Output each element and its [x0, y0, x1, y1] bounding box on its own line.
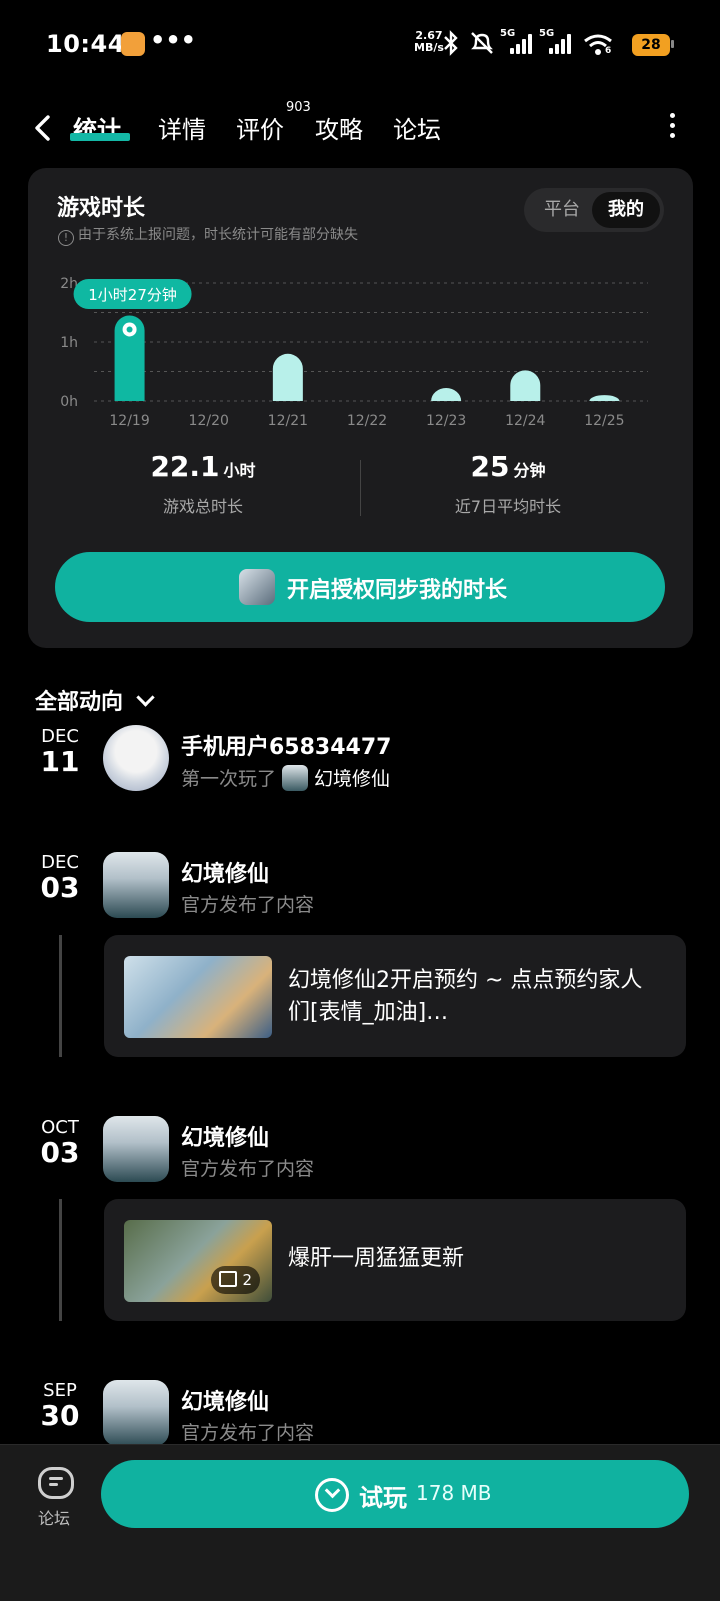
game-avatar[interactable] [103, 1116, 169, 1182]
game-avatar[interactable] [103, 1380, 169, 1446]
notification-app-icon [121, 32, 145, 56]
mute-icon [471, 32, 493, 54]
cellular-signal-2-icon: 5G [539, 28, 571, 54]
x-tick-label: 12/23 [426, 413, 466, 429]
total-playtime-value: 22.1 [150, 450, 220, 483]
total-playtime-unit: 小时 [223, 461, 256, 480]
average-playtime-unit: 分钟 [513, 461, 546, 480]
feed-post-card[interactable]: 2 爆肝一周猛猛更新 [104, 1199, 686, 1321]
chart-bar [510, 370, 541, 401]
feed-month: SEP [43, 1380, 77, 1401]
sync-playtime-label: 开启授权同步我的时长 [287, 578, 508, 603]
x-tick-label: 12/25 [584, 413, 624, 429]
feed-game-name[interactable]: 幻境修仙 [314, 768, 390, 790]
reviews-count-badge: 903 [286, 100, 311, 115]
battery-tip [671, 40, 674, 48]
y-tick-label: 0h [60, 394, 78, 410]
feed-activity-text: 官方发布了内容 [181, 1422, 315, 1444]
active-tab-indicator [70, 133, 130, 141]
post-text: 爆肝一周猛猛更新 [288, 1246, 465, 1271]
x-tick-label: 12/20 [189, 413, 229, 429]
feed-activity: 第一次玩了 幻境修仙 [181, 764, 390, 791]
feed-game-name[interactable]: 幻境修仙 [181, 1120, 269, 1152]
total-playtime: 22.1 小时 游戏总时长 [53, 450, 353, 517]
game-icon [239, 569, 275, 605]
chart-tooltip-text: 1小时27分钟 [88, 286, 177, 304]
feed-day: 03 [40, 1136, 80, 1169]
download-size: 178 MB [416, 1481, 492, 1505]
x-tick-label: 12/22 [347, 413, 387, 429]
more-options-icon[interactable] [670, 113, 676, 143]
top-nav: 统计 详情 评价 攻略 论坛 [0, 100, 720, 160]
feed-month: DEC [41, 726, 79, 747]
y-tick-label: 1h [60, 335, 78, 351]
chart-bar [589, 395, 620, 401]
x-tick-label: 12/21 [268, 413, 308, 429]
back-arrow-icon[interactable] [30, 108, 58, 148]
feed-activity-text: 官方发布了内容 [181, 894, 315, 916]
feed-activity-text: 第一次玩了 [181, 768, 277, 790]
tab-details[interactable]: 详情 [158, 110, 206, 145]
image-icon [219, 1271, 238, 1287]
post-thumbnail: 2 [124, 1220, 272, 1302]
wifi-sub: 6 [605, 46, 612, 56]
image-count-badge: 2 [211, 1266, 260, 1294]
feed-game-name[interactable]: 幻境修仙 [181, 856, 269, 888]
feed-day: 30 [40, 1399, 80, 1432]
more-notifications-icon: ••• [150, 26, 197, 54]
post-thumbnail [124, 956, 272, 1038]
x-tick-label: 12/24 [505, 413, 545, 429]
post-text: 幻境修仙2开启预约 ~ 点点预约家人们[表情_加油] https://www.t… [288, 968, 643, 1025]
forum-icon[interactable] [38, 1467, 74, 1499]
feed-month: DEC [41, 852, 79, 873]
playtime-card: 游戏时长 ! 由于系统上报问题，时长统计可能有部分缺失 平台 我的 0h 1h 2h 1… [28, 168, 693, 648]
battery-indicator: 28 [632, 34, 670, 56]
thread-line [59, 1199, 62, 1321]
image-count: 2 [242, 1271, 252, 1289]
try-play-button[interactable]: 试玩 178 MB [101, 1460, 689, 1528]
feed-date: SEP 30 [30, 1380, 90, 1431]
feed-user-name[interactable]: 手机用户65834477 [181, 729, 391, 761]
user-avatar[interactable] [103, 725, 169, 791]
bottom-bar: 论坛 试玩 178 MB [0, 1444, 720, 1601]
total-playtime-label: 游戏总时长 [162, 497, 243, 516]
average-playtime-value: 25 [470, 450, 510, 483]
average-playtime-label: 近7日平均时长 [454, 497, 562, 516]
status-time: 10:44 [46, 30, 125, 58]
activity-filter-dropdown[interactable]: 全部动向 [35, 684, 155, 716]
feed-date: OCT 03 [30, 1117, 90, 1168]
download-icon [315, 1478, 349, 1512]
forum-label[interactable]: 论坛 [38, 1505, 70, 1529]
average-playtime: 25 分钟 近7日平均时长 [358, 450, 658, 517]
game-icon [282, 765, 309, 791]
chevron-down-icon [136, 688, 155, 707]
sync-playtime-button[interactable]: 开启授权同步我的时长 [55, 552, 665, 622]
feed-day: 03 [40, 871, 80, 904]
status-bar: 10:44 ••• 2.67 MB/s 5G 5G 6 28 [0, 0, 720, 90]
feed-post-card[interactable]: 幻境修仙2开启预约 ~ 点点预约家人们[表情_加油] https://www.t… [104, 935, 686, 1057]
game-avatar[interactable] [103, 852, 169, 918]
activity-filter-label: 全部动向 [35, 690, 124, 715]
x-tick-label: 12/19 [109, 413, 149, 429]
feed-activity-text: 官方发布了内容 [181, 1158, 315, 1180]
bluetooth-icon [444, 30, 458, 56]
feed-month: OCT [41, 1117, 79, 1138]
feed-game-name[interactable]: 幻境修仙 [181, 1384, 269, 1416]
thread-line [59, 935, 62, 1057]
tab-reviews[interactable]: 评价 [236, 110, 284, 145]
bar-marker-dot [126, 326, 133, 333]
tab-forum[interactable]: 论坛 [393, 110, 441, 145]
feed-date: DEC 11 [30, 726, 90, 777]
chart-bar [272, 353, 303, 401]
cellular-signal-1-icon: 5G [500, 28, 532, 54]
tab-guides[interactable]: 攻略 [315, 110, 363, 145]
feed-date: DEC 03 [30, 852, 90, 903]
feed-day: 11 [40, 745, 80, 778]
chart-bar [431, 388, 462, 401]
playtime-chart: 0h1h2h12/19 12/20 12/21 12/22 12/23 12/24 12/2… [60, 276, 648, 429]
try-play-label: 试玩 [359, 1484, 407, 1512]
